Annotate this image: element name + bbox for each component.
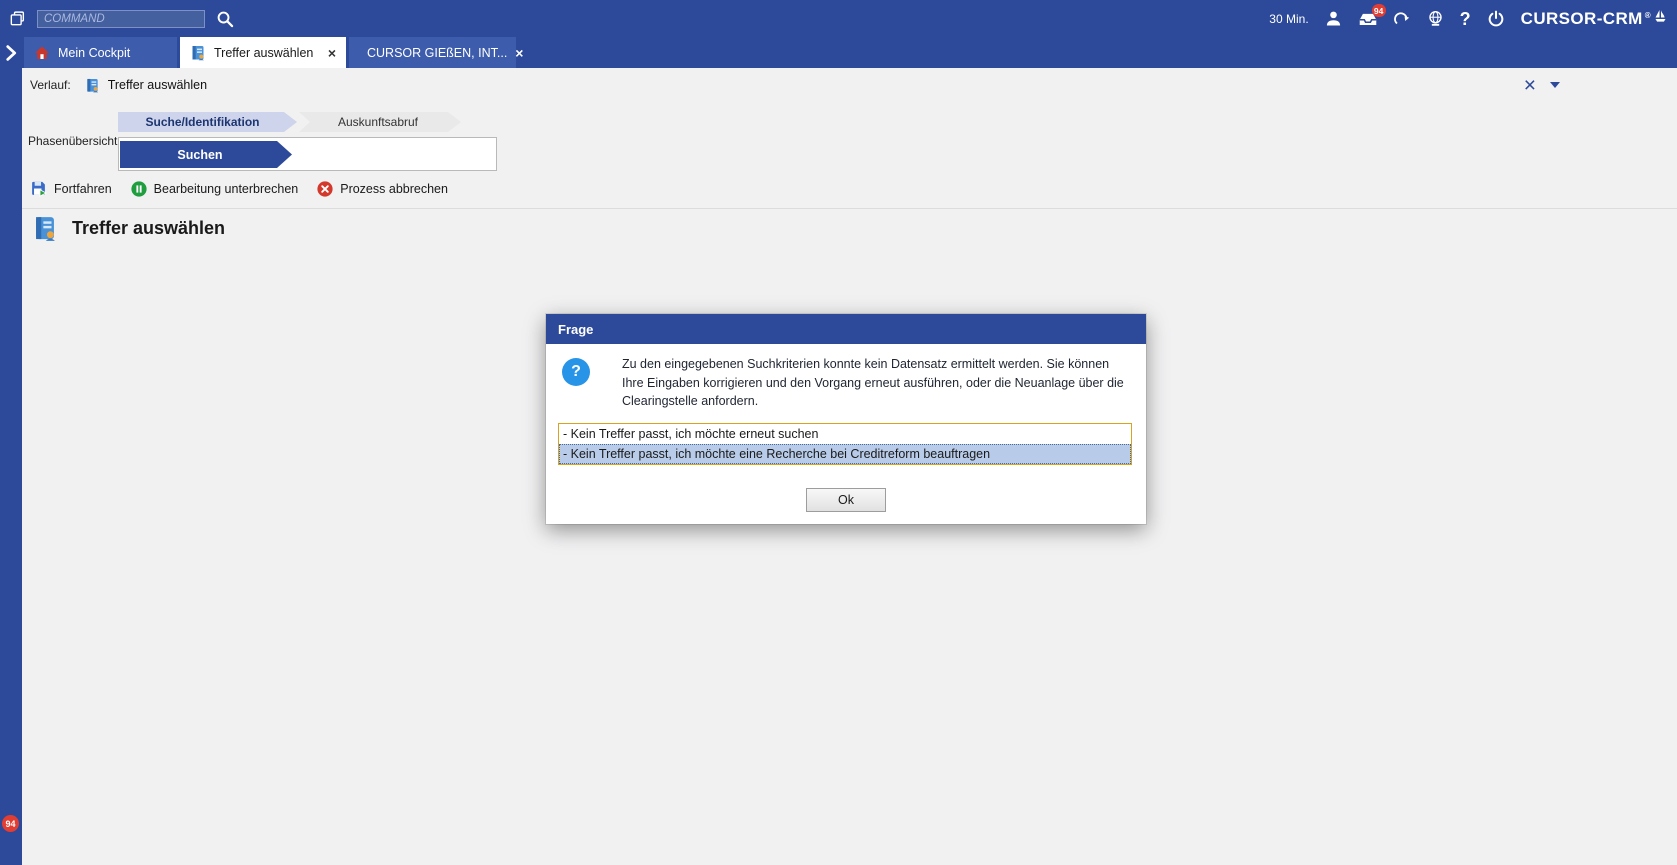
command-input[interactable]	[37, 10, 205, 28]
pause-circle-icon	[131, 181, 147, 197]
bearbeitung-unterbrechen-button[interactable]: Bearbeitung unterbrechen	[131, 181, 299, 197]
subphase-suchen[interactable]: Suchen	[120, 141, 292, 168]
tab-label: CURSOR GIEßEN, INT...	[367, 46, 507, 60]
option-erneut-suchen[interactable]: - Kein Treffer passt, ich möchte erneut …	[559, 424, 1131, 444]
dialog-body: ? Zu den eingegebenen Suchkriterien konn…	[546, 344, 1146, 524]
inbox-icon[interactable]: 94	[1358, 10, 1378, 27]
registered-mark: ®	[1645, 11, 1651, 20]
search-icon[interactable]	[216, 10, 234, 28]
verlauf-label: Verlauf:	[30, 78, 71, 92]
frage-dialog: Frage ? Zu den eingegebenen Suchkriterie…	[546, 314, 1146, 524]
globe-icon[interactable]	[1427, 10, 1444, 27]
application-window: 30 Min. 94	[0, 0, 1677, 865]
fortfahren-button[interactable]: Fortfahren	[30, 180, 112, 197]
tab-close-icon[interactable]: ×	[515, 46, 523, 60]
dialog-titlebar[interactable]: Frage	[546, 314, 1146, 344]
tab-cursor-giessen[interactable]: CURSOR GIEßEN, INT... ×	[349, 37, 516, 68]
ok-button[interactable]: Ok	[806, 488, 886, 512]
save-continue-icon	[30, 180, 47, 197]
book-person-icon	[32, 214, 58, 243]
dialog-option-list: - Kein Treffer passt, ich möchte erneut …	[558, 423, 1132, 465]
chevron-down-icon[interactable]	[1550, 82, 1560, 88]
session-timer: 30 Min.	[1269, 12, 1308, 26]
cancel-circle-icon	[317, 181, 333, 197]
app-windows-icon[interactable]	[9, 10, 26, 27]
option-recherche-creditreform[interactable]: - Kein Treffer passt, ich möchte eine Re…	[559, 444, 1131, 464]
book-person-icon	[190, 45, 206, 61]
redo-arrow-icon[interactable]	[1394, 11, 1411, 26]
verlauf-value: Treffer auswählen	[108, 78, 207, 92]
brand-logo: CURSOR-CRM®	[1521, 9, 1667, 29]
close-icon[interactable]: ×	[1524, 75, 1536, 96]
book-person-icon	[85, 78, 100, 93]
power-icon[interactable]	[1487, 10, 1505, 28]
prozess-abbrechen-button[interactable]: Prozess abbrechen	[317, 181, 448, 197]
verlauf-bar: Verlauf: Treffer auswählen ×	[22, 72, 1677, 98]
tab-label: Mein Cockpit	[58, 46, 130, 60]
phase-row: Suche/Identifikation Auskunftsabruf	[118, 112, 461, 132]
subphase-container: Suchen	[118, 137, 497, 171]
action-label: Prozess abbrechen	[340, 182, 448, 196]
phasenuebersicht-label: Phasenübersicht:	[28, 134, 121, 148]
page-title: Treffer auswählen	[72, 218, 225, 239]
home-icon	[34, 45, 50, 61]
left-edge-strip: 94	[0, 68, 22, 865]
phase-suche-identifikation[interactable]: Suche/Identifikation	[118, 112, 297, 132]
verlauf-entry[interactable]: Treffer auswählen	[85, 78, 207, 93]
topbar: 30 Min. 94	[0, 0, 1677, 37]
dialog-title: Frage	[558, 322, 593, 337]
tab-label: Treffer auswählen	[214, 46, 313, 60]
action-label: Fortfahren	[54, 182, 112, 196]
tab-close-icon[interactable]: ×	[328, 46, 336, 60]
sailboat-icon	[1654, 9, 1667, 25]
action-label: Bearbeitung unterbrechen	[154, 182, 299, 196]
question-circle-icon: ?	[562, 358, 590, 386]
tab-bar: Mein Cockpit Treffer auswählen ×	[0, 37, 1677, 68]
tab-treffer-auswaehlen[interactable]: Treffer auswählen ×	[180, 37, 346, 68]
brand-text: CURSOR-CRM	[1521, 9, 1643, 29]
divider	[22, 208, 1677, 209]
help-icon[interactable]: ?	[1460, 10, 1471, 28]
chevron-right-icon[interactable]	[0, 37, 24, 68]
notification-badge: 94	[2, 815, 19, 832]
inbox-badge: 94	[1372, 4, 1386, 17]
page-header: Treffer auswählen	[32, 214, 225, 243]
process-actions: Fortfahren Bearbeitung unterbrechen Proz…	[30, 180, 448, 197]
phase-auskunftsabruf[interactable]: Auskunftsabruf	[299, 112, 461, 132]
dialog-message: Zu den eingegebenen Suchkriterien konnte…	[622, 355, 1134, 411]
tab-mein-cockpit[interactable]: Mein Cockpit	[24, 37, 177, 68]
user-icon[interactable]	[1325, 10, 1342, 27]
